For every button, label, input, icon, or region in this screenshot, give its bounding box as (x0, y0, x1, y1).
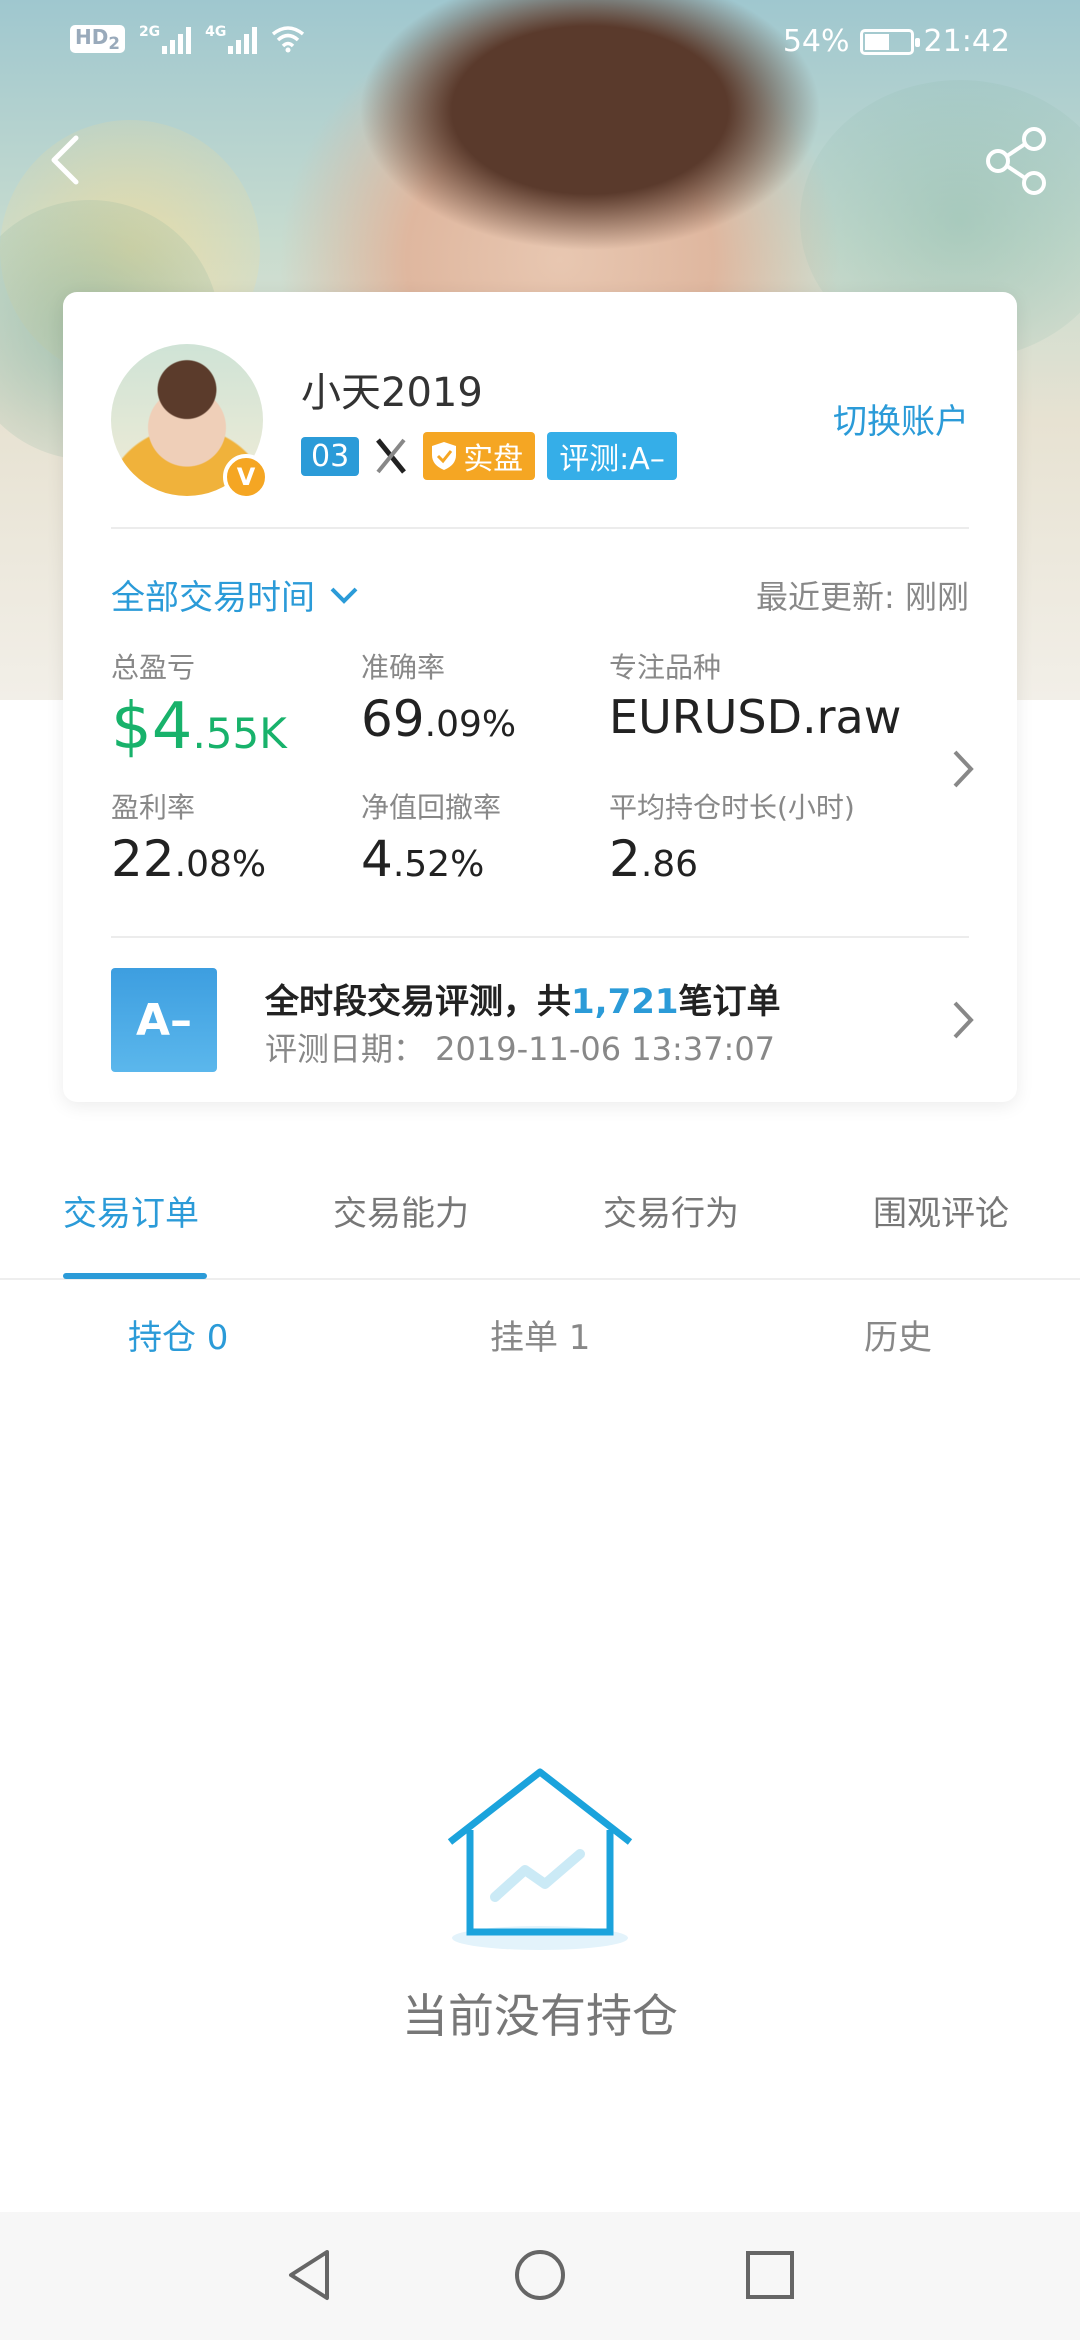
battery-icon (859, 28, 920, 55)
grade-badge: A– (111, 968, 217, 1072)
main-tabs: 交易订单 交易能力 交易行为 围观评论 (0, 1150, 1080, 1280)
signal-2g-icon: 2G (139, 24, 192, 54)
subtab-pending-orders[interactable]: 挂单 1 (490, 1310, 590, 1359)
back-button[interactable] (40, 130, 90, 190)
username: 小天2019 (301, 370, 483, 416)
divider (111, 527, 969, 529)
evaluation-badge: 评测:A– (547, 432, 677, 480)
level-badge: 03 (301, 436, 360, 476)
last-updated: 最近更新: 刚刚 (756, 578, 969, 616)
house-chart-icon (447, 1768, 633, 1950)
status-bar: HD2 2G 4G 54% 21:42 (0, 20, 1080, 70)
time-range-dropdown[interactable]: 全部交易时间 (111, 570, 359, 619)
empty-state-message: 当前没有持仓 (402, 1989, 678, 2043)
subtab-history[interactable]: 历史 (864, 1310, 932, 1359)
evaluation-date: 评测日期： 2019-11-06 13:37:07 (265, 1030, 776, 1068)
stats-chevron-right-icon[interactable] (947, 744, 977, 794)
evaluation-title[interactable]: 全时段交易评测，共1,721笔订单 (265, 974, 781, 1023)
hd-indicator: HD2 (70, 25, 125, 53)
nav-home-icon[interactable] (505, 2240, 575, 2310)
chevron-down-icon (330, 587, 358, 604)
verified-badge: V (223, 454, 269, 500)
active-tab-indicator (63, 1273, 207, 1279)
tab-trade-behavior[interactable]: 交易行为 (603, 1186, 739, 1235)
tab-trade-orders[interactable]: 交易订单 (63, 1186, 199, 1235)
signal-4g-icon: 4G (205, 24, 258, 54)
system-nav-bar (0, 2212, 1080, 2340)
nav-recents-icon[interactable] (735, 2240, 805, 2310)
profile-card: V 小天2019 03 实盘 评测:A– 切换账户 全部交易时间 最近更新: 刚… (63, 292, 1017, 1102)
stat-drawdown: 净值回撤率 4.52% (361, 791, 502, 888)
profile-tags: 03 实盘 评测:A– (301, 432, 677, 480)
wifi-icon (272, 26, 305, 53)
subtab-positions[interactable]: 持仓 0 (128, 1310, 228, 1359)
divider (111, 936, 969, 938)
tab-trade-ability[interactable]: 交易能力 (333, 1186, 469, 1235)
evaluation-chevron-right-icon[interactable] (947, 995, 977, 1045)
shield-check-icon (432, 442, 457, 470)
stat-accuracy: 准确率 69.09% (361, 651, 517, 748)
battery-percent: 54% (782, 24, 850, 59)
stat-profit-rate: 盈利率 22.08% (111, 791, 267, 888)
stat-focus-symbol: 专注品种 EURUSD.raw (609, 651, 902, 744)
stat-avg-holding: 平均持仓时长(小时) 2.86 (609, 791, 855, 888)
avatar[interactable]: V (111, 344, 269, 500)
clock: 21:42 (923, 24, 1010, 59)
stat-total-pnl: 总盈亏 $4.55K (111, 651, 287, 764)
tab-comments[interactable]: 围观评论 (873, 1186, 1009, 1235)
nav-back-icon[interactable] (275, 2240, 345, 2310)
share-button[interactable] (984, 125, 1050, 197)
real-account-badge: 实盘 (423, 432, 536, 480)
broker-x-icon (371, 434, 411, 478)
switch-account-link[interactable]: 切换账户 (833, 394, 969, 443)
sub-tabs: 持仓 0 挂单 1 历史 (0, 1310, 1080, 1370)
